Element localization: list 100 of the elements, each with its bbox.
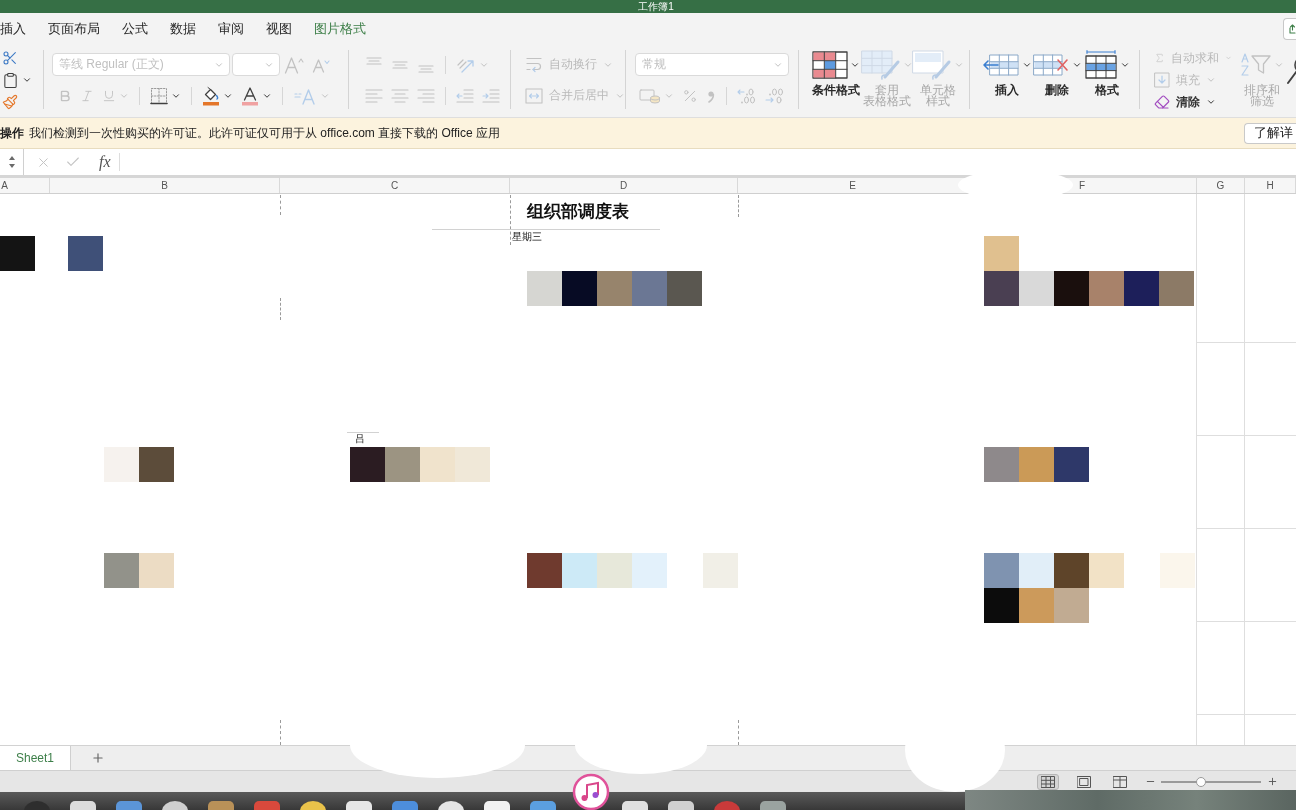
clear-button[interactable]: 清除 xyxy=(1150,92,1236,112)
app-icon[interactable] xyxy=(668,801,694,810)
underline-icon xyxy=(102,88,116,103)
plus-icon xyxy=(91,751,106,765)
caret-icon xyxy=(850,60,860,70)
grid-view-icon xyxy=(1041,775,1055,788)
page-view-icon xyxy=(1077,775,1091,788)
ribbon-tab[interactable]: 页面布局 xyxy=(48,19,100,38)
ribbon-tab[interactable]: 视图 xyxy=(266,19,292,38)
bold-icon xyxy=(58,88,72,103)
plus-icon xyxy=(1267,776,1278,787)
increase-decimal-icon xyxy=(737,86,757,105)
grow-font-icon xyxy=(284,55,304,74)
view-button[interactable] xyxy=(1037,773,1059,790)
split-view-icon xyxy=(1113,775,1127,788)
caret-icon xyxy=(1120,60,1130,70)
column-header[interactable]: B xyxy=(161,179,168,192)
caret-icon xyxy=(954,60,964,70)
sheet-tab[interactable]: Sheet1 xyxy=(0,746,72,770)
align-left-icon xyxy=(365,87,383,104)
ribbon-tab[interactable]: 插入 xyxy=(0,19,26,38)
column-header[interactable]: D xyxy=(619,179,628,192)
column-header[interactable]: E xyxy=(849,179,856,192)
cell-brush-icon xyxy=(912,50,952,80)
highlighted-table-icon xyxy=(812,51,848,79)
app-icon[interactable] xyxy=(300,801,326,810)
paintbrush-icon xyxy=(2,94,18,110)
outdent-icon xyxy=(456,87,474,104)
column-header[interactable]: C xyxy=(390,179,399,192)
caret-icon xyxy=(1206,75,1216,85)
app-icon[interactable] xyxy=(162,801,188,810)
share-button[interactable] xyxy=(1283,17,1296,40)
indent-icon xyxy=(482,87,500,104)
align-top-icon xyxy=(366,56,382,65)
app-icon[interactable] xyxy=(760,801,786,810)
wrap-text-icon xyxy=(525,55,543,74)
app-icon[interactable] xyxy=(484,801,510,810)
caret-icon xyxy=(1206,97,1216,107)
font-color-icon xyxy=(241,85,259,106)
format-cells-icon xyxy=(1084,50,1118,80)
upload-icon xyxy=(1289,23,1296,34)
conditional-format-button[interactable]: 条件格式 xyxy=(811,51,861,96)
mosaic-block xyxy=(104,553,174,588)
zoom-in-button[interactable] xyxy=(1267,776,1278,787)
notice-title: 操作 xyxy=(0,124,24,142)
caret-icon xyxy=(903,60,913,70)
stepper-icon xyxy=(7,154,16,170)
fill-down-icon xyxy=(1154,72,1170,88)
text-effects-icon xyxy=(293,86,317,105)
ribbon-tab[interactable]: 图片格式 xyxy=(314,19,366,38)
caret-icon xyxy=(1022,60,1032,70)
cell-text: 吕 xyxy=(355,433,365,445)
column-header[interactable]: G xyxy=(1216,179,1225,192)
ribbon-tab[interactable]: 审阅 xyxy=(218,19,244,38)
percent-icon xyxy=(682,87,698,104)
caret-icon xyxy=(22,75,32,85)
caret-icon xyxy=(1274,60,1284,70)
notice-message: 我们检测到一次性购买的许可证。此许可证仅可用于从 office.com 直接下载的 Office 应用 xyxy=(29,124,500,142)
app-icon[interactable] xyxy=(622,801,648,810)
shrink-font-icon xyxy=(312,56,330,73)
borders-icon xyxy=(150,86,168,105)
app-icon[interactable] xyxy=(70,801,96,810)
align-right-icon xyxy=(417,87,435,104)
money-icon xyxy=(639,87,661,104)
learn-more-button[interactable]: 了解详 xyxy=(1244,122,1296,144)
ribbon-tab[interactable]: 公式 xyxy=(122,19,148,38)
clipboard-icon xyxy=(2,71,19,89)
caret-icon xyxy=(1072,60,1082,70)
zoom-thumb[interactable] xyxy=(1196,776,1206,787)
app-icon[interactable] xyxy=(530,801,556,810)
align-center-icon xyxy=(391,87,409,104)
delete-cells-icon xyxy=(1032,52,1070,78)
column-header[interactable]: A xyxy=(1,179,8,192)
window-title: 工作簿1 xyxy=(637,0,674,13)
cell-text: 星期三 xyxy=(512,231,542,243)
fill-color-icon xyxy=(202,85,220,106)
scissors-icon xyxy=(2,50,18,66)
mosaic-block xyxy=(1160,553,1195,588)
insert-cells-icon xyxy=(982,52,1020,78)
align-middle-icon xyxy=(392,60,408,69)
music-app-icon[interactable] xyxy=(572,773,610,810)
mosaic-block xyxy=(703,553,738,588)
mosaic-block xyxy=(0,236,35,271)
merge-cells-icon xyxy=(525,86,543,105)
app-icon[interactable] xyxy=(346,801,372,810)
column-header[interactable]: H xyxy=(1266,179,1274,192)
align-bottom-icon xyxy=(418,64,434,73)
insert-function-button[interactable]: fx xyxy=(97,153,113,171)
eraser-icon xyxy=(1154,94,1170,110)
sort-filter-icon xyxy=(1240,51,1272,79)
format-button[interactable]: 格式 xyxy=(1082,51,1132,96)
column-header[interactable]: F xyxy=(1078,179,1086,192)
table-brush-icon xyxy=(861,50,901,80)
delete-button[interactable]: 删除 xyxy=(1032,51,1082,96)
app-icon[interactable] xyxy=(438,801,464,810)
mosaic-block xyxy=(104,447,174,482)
sheet-title: 组织部调度表 xyxy=(527,202,629,222)
insert-button[interactable]: 插入 xyxy=(982,51,1032,96)
ribbon-tab[interactable]: 数据 xyxy=(170,19,196,38)
mosaic-block xyxy=(68,236,103,271)
